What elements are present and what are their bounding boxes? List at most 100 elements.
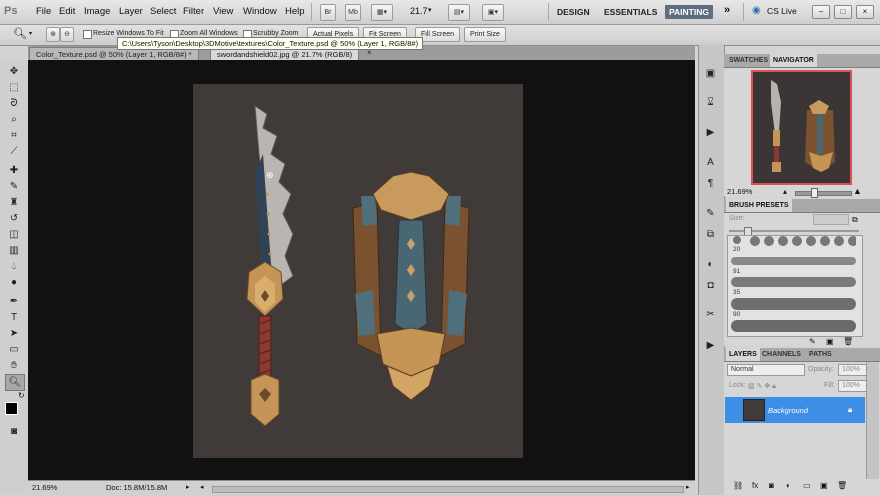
dodge-tool-icon[interactable]: ●: [5, 275, 23, 290]
fill-field[interactable]: 100%: [838, 380, 868, 392]
menu-help[interactable]: Help: [285, 6, 305, 17]
zoom-out-icon[interactable]: ⊖: [60, 27, 74, 42]
delete-layer-icon[interactable]: 🗑︎: [837, 481, 847, 490]
brush-panel-icon[interactable]: ✎: [703, 206, 718, 221]
more-workspaces-button[interactable]: »: [724, 4, 730, 16]
blend-mode-select[interactable]: Normal: [727, 364, 805, 376]
mini-bridge-panel-icon[interactable]: ▣: [703, 66, 718, 81]
tool-preset-chevron-icon[interactable]: ▾: [29, 30, 32, 37]
slider-thumb[interactable]: [811, 188, 818, 198]
tab-channels[interactable]: CHANNELS: [759, 348, 804, 361]
quick-mask-icon[interactable]: ◙: [5, 424, 23, 439]
brush-tip-row[interactable]: [748, 236, 856, 246]
screen-mode-button[interactable]: ▣▾: [482, 4, 504, 21]
layer-thumbnail[interactable]: [743, 399, 765, 421]
menu-view[interactable]: View: [213, 6, 233, 17]
scroll-right-icon[interactable]: ▸: [686, 481, 690, 495]
brush-stroke-preview[interactable]: [731, 277, 856, 287]
pen-tool-icon[interactable]: ✒: [5, 294, 23, 309]
menu-layer[interactable]: Layer: [119, 6, 143, 17]
scroll-left-icon[interactable]: ◂: [200, 481, 204, 495]
menu-select[interactable]: Select: [150, 6, 176, 17]
eyedropper-tool-icon[interactable]: ⟋: [5, 144, 23, 159]
masks-panel-icon[interactable]: ◘: [703, 278, 718, 293]
opacity-field[interactable]: 100%: [838, 364, 868, 376]
navigator-zoom-slider[interactable]: [795, 191, 852, 196]
toggle-brush-panel-icon[interactable]: ✎: [809, 337, 816, 346]
tab-paths[interactable]: PATHS: [806, 348, 835, 361]
navigator-zoom-value[interactable]: 21.69%: [727, 187, 752, 196]
lock-icons[interactable]: ▨ ✎ ✥ 🔒︎: [748, 382, 776, 391]
mini-bridge-button[interactable]: Mb: [345, 4, 361, 21]
print-size-button[interactable]: Print Size: [464, 27, 506, 42]
gradient-tool-icon[interactable]: ▥: [5, 243, 23, 258]
zoom-in-small-icon[interactable]: ▲: [853, 186, 862, 196]
new-layer-icon[interactable]: ▣: [820, 481, 828, 490]
history-panel-icon[interactable]: ⌛︎: [703, 95, 718, 110]
tab-brush-presets[interactable]: BRUSH PRESETS: [726, 199, 792, 212]
zoom-tool-icon[interactable]: 🔍︎: [13, 27, 27, 40]
info-panel-icon[interactable]: ▶: [703, 338, 718, 353]
tab-swatches[interactable]: SWATCHES: [726, 54, 771, 67]
link-layers-icon[interactable]: ⛓︎: [733, 481, 743, 490]
zoom-out-small-icon[interactable]: ▴: [783, 187, 787, 196]
path-select-tool-icon[interactable]: ➤: [5, 326, 23, 341]
clone-stamp-icon[interactable]: ♜: [5, 195, 23, 210]
new-group-icon[interactable]: ▭: [803, 481, 811, 490]
layer-name[interactable]: Background: [768, 406, 808, 415]
document-canvas[interactable]: [193, 84, 523, 458]
layer-style-icon[interactable]: fx: [752, 481, 758, 490]
workspace-design[interactable]: DESIGN: [553, 5, 594, 19]
eraser-tool-icon[interactable]: ◫: [5, 227, 23, 242]
menu-edit[interactable]: Edit: [59, 6, 75, 17]
paragraph-panel-icon[interactable]: ¶: [703, 176, 718, 191]
create-new-brush-icon[interactable]: ▣: [826, 337, 834, 346]
brush-stroke-preview[interactable]: [731, 257, 856, 265]
brush-tool-icon[interactable]: ✎: [5, 179, 23, 194]
hand-tool-icon[interactable]: ✋︎: [5, 358, 23, 373]
new-preset-icon[interactable]: ⧉: [852, 215, 858, 225]
move-tool-icon[interactable]: ✥: [5, 64, 23, 79]
quick-select-tool-icon[interactable]: ⌕: [5, 112, 23, 127]
horizontal-scrollbar[interactable]: [212, 486, 684, 493]
workspace-painting[interactable]: PAINTING: [665, 5, 713, 19]
adjustment-layer-icon[interactable]: ◐: [786, 481, 791, 490]
history-brush-icon[interactable]: ↺: [5, 211, 23, 226]
status-zoom[interactable]: 21.69%: [32, 481, 57, 495]
resize-windows-checkbox[interactable]: [83, 30, 92, 39]
close-button[interactable]: ×: [856, 5, 874, 19]
blur-tool-icon[interactable]: 💧︎: [5, 259, 23, 274]
zoom-in-icon[interactable]: ⊕: [46, 27, 60, 42]
menu-window[interactable]: Window: [243, 6, 277, 17]
maximize-button[interactable]: □: [834, 5, 852, 19]
adjustments-panel-icon[interactable]: ◐: [703, 257, 718, 272]
crop-tool-icon[interactable]: ⌗: [5, 128, 23, 143]
menu-image[interactable]: Image: [84, 6, 110, 17]
cs-live-menu[interactable]: CS Live: [767, 6, 797, 16]
marquee-tool-icon[interactable]: ⬚: [5, 80, 23, 95]
arrange-documents-button[interactable]: ▤▾: [448, 4, 470, 21]
bridge-button[interactable]: Br: [320, 4, 336, 21]
brush-size-field[interactable]: [813, 214, 849, 225]
shape-tool-icon[interactable]: ▭: [5, 342, 23, 357]
actions-panel-icon[interactable]: ▶: [703, 125, 718, 140]
healing-brush-icon[interactable]: ✚: [5, 163, 23, 178]
status-menu-arrow-icon[interactable]: ▸: [186, 481, 190, 495]
layer-mask-icon[interactable]: ◙: [769, 481, 774, 490]
brush-stroke-preview[interactable]: [731, 298, 856, 310]
character-panel-icon[interactable]: A: [703, 155, 718, 170]
tool-presets-panel-icon[interactable]: ✂: [703, 307, 718, 322]
swap-colors-icon[interactable]: ↻: [18, 391, 25, 400]
menu-file[interactable]: File: [36, 6, 51, 17]
minimize-button[interactable]: –: [812, 5, 830, 19]
tab-layers[interactable]: LAYERS: [726, 348, 760, 361]
lasso-tool-icon[interactable]: ᘐ: [5, 96, 23, 111]
foreground-color-swatch[interactable]: [5, 402, 18, 415]
delete-brush-icon[interactable]: 🗑︎: [843, 337, 853, 346]
workspace-essentials[interactable]: ESSENTIALS: [600, 5, 661, 19]
tab-navigator[interactable]: NAVIGATOR: [770, 54, 817, 67]
zoom-tool-active-icon[interactable]: 🔍︎: [5, 374, 25, 391]
view-extras-button[interactable]: ▦▾: [371, 4, 393, 21]
zoom-level-select[interactable]: 21.7: [410, 6, 428, 16]
layers-scrollbar[interactable]: [866, 362, 879, 479]
